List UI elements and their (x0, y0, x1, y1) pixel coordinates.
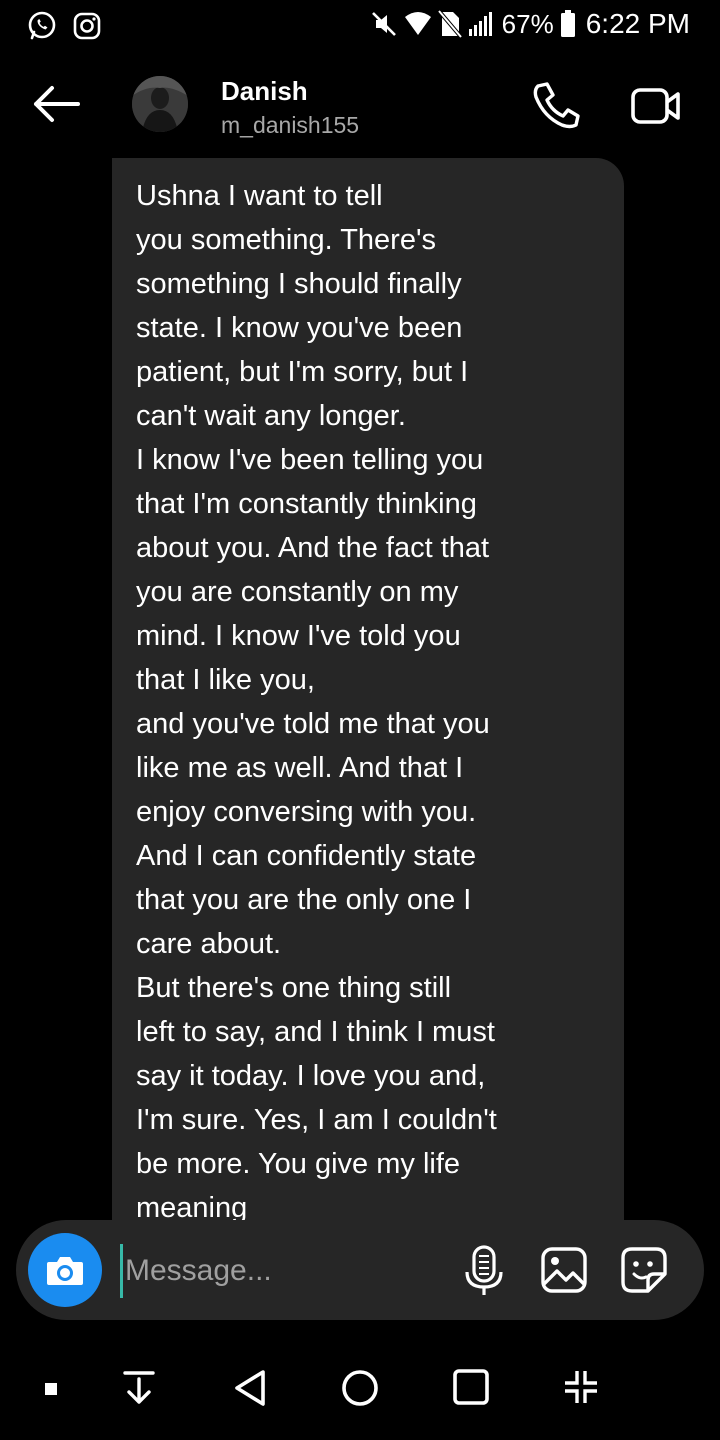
message-input[interactable] (120, 1244, 457, 1298)
video-call-button[interactable] (630, 84, 682, 128)
status-bar: 67% 6:22 PM (0, 0, 720, 50)
mute-icon (371, 12, 396, 36)
message-text: Ushna I want to tell you something. Ther… (136, 180, 497, 1224)
contact-username[interactable]: m_danish155 (221, 112, 359, 139)
back-arrow-icon (34, 86, 80, 122)
microphone-icon (465, 1245, 503, 1295)
back-button[interactable] (30, 82, 82, 126)
nav-recents-button[interactable] (452, 1368, 490, 1411)
download-bar-icon (123, 1371, 155, 1404)
no-sim-icon (437, 10, 462, 38)
status-clock: 6:22 PM (585, 8, 690, 39)
wifi-icon (404, 12, 431, 35)
message-composer (16, 1220, 704, 1320)
home-circle-icon (342, 1370, 378, 1406)
phone-icon (533, 82, 580, 129)
battery-icon (560, 10, 575, 37)
gallery-icon (541, 1247, 587, 1293)
collapse-icon (565, 1371, 597, 1403)
voice-call-button[interactable] (530, 80, 582, 130)
voice-message-button[interactable] (462, 1244, 506, 1298)
nav-dot-button[interactable] (44, 1382, 58, 1401)
avatar[interactable] (132, 76, 188, 132)
battery-percentage: 67% (501, 8, 554, 39)
whatsapp-icon (28, 11, 56, 40)
chat-header: Danish m_danish155 (0, 60, 720, 150)
sticker-icon (621, 1247, 667, 1293)
back-triangle-icon (235, 1370, 265, 1406)
message-bubble[interactable]: Ushna I want to tell you something. Ther… (112, 158, 624, 1238)
sticker-button[interactable] (620, 1246, 668, 1294)
profile-photo (132, 76, 188, 132)
instagram-icon (73, 12, 101, 40)
signal-icon (468, 12, 492, 36)
system-navigation-bar (0, 1350, 720, 1430)
video-camera-icon (631, 88, 680, 124)
status-system-icons: 67% 6:22 PM (370, 8, 690, 40)
status-notification-icons (26, 10, 102, 42)
camera-button[interactable] (28, 1233, 102, 1307)
nav-notification-pull-button[interactable] (122, 1370, 156, 1411)
dot-icon (45, 1383, 57, 1395)
recents-square-icon (453, 1369, 489, 1405)
gallery-button[interactable] (540, 1246, 588, 1294)
nav-back-button[interactable] (232, 1368, 268, 1413)
nav-collapse-button[interactable] (562, 1368, 600, 1411)
camera-icon (47, 1257, 83, 1285)
nav-home-button[interactable] (340, 1368, 380, 1413)
contact-name[interactable]: Danish (221, 76, 308, 107)
